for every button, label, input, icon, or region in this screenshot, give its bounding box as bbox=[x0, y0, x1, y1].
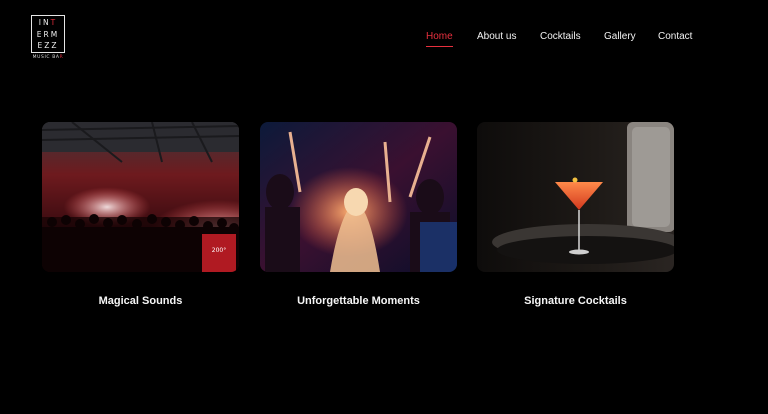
nav-cocktails[interactable]: Cocktails bbox=[540, 31, 581, 46]
logo-subtitle-accent: R bbox=[59, 55, 64, 60]
nav-about-us[interactable]: About us bbox=[477, 31, 516, 46]
logo-row-3: EZZ bbox=[37, 41, 59, 50]
logo-row-1: IN bbox=[38, 18, 51, 27]
party-dancing-photo bbox=[260, 122, 457, 272]
nav-home[interactable]: Home bbox=[426, 31, 453, 47]
feature-card-cocktails[interactable]: Signature Cocktails bbox=[477, 122, 674, 307]
card-title: Unforgettable Moments bbox=[297, 295, 420, 307]
cocktail-glass-photo bbox=[477, 122, 674, 272]
feature-card-moments[interactable]: Unforgettable Moments bbox=[260, 122, 457, 307]
logo-row-2: ERM bbox=[36, 29, 60, 39]
logo-mark: INT ERM EZZ bbox=[31, 15, 65, 53]
logo-subtitle-main: MUSIC BA bbox=[32, 55, 60, 60]
card-title: Signature Cocktails bbox=[524, 295, 627, 307]
logo-row-1-accent: T bbox=[50, 18, 58, 27]
brand-logo[interactable]: INT ERM EZZ MUSIC BAR bbox=[30, 15, 66, 61]
card-title: Magical Sounds bbox=[98, 295, 183, 307]
nav-gallery[interactable]: Gallery bbox=[604, 31, 636, 46]
nightclub-crowd-photo: 200° bbox=[42, 122, 239, 272]
svg-text:200°: 200° bbox=[212, 247, 226, 254]
logo-subtitle: MUSIC BAR bbox=[33, 55, 64, 60]
feature-card-sounds[interactable]: 200° Magical Sounds bbox=[42, 122, 239, 307]
nav-contact[interactable]: Contact bbox=[658, 31, 692, 46]
